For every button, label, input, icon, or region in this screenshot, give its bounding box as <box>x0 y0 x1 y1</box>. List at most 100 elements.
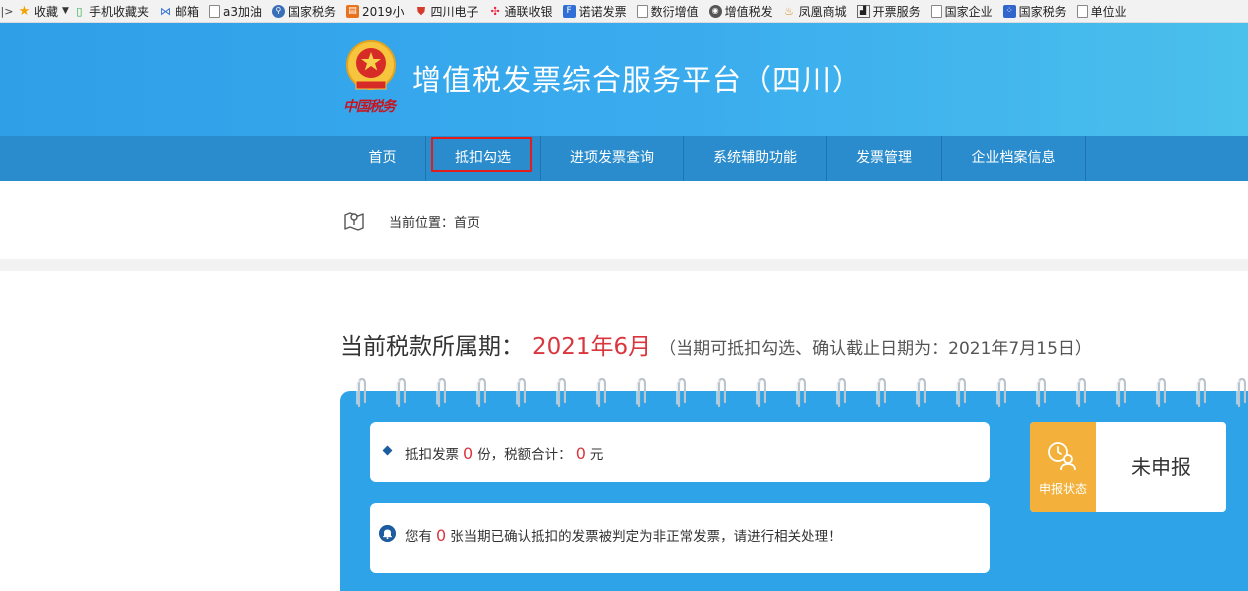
main-nav: 首页 抵扣勾选 进项发票查询 系统辅助功能 发票管理 企业档案信息 <box>0 136 1248 181</box>
bookmarks-expand-icon[interactable]: |> <box>0 5 14 18</box>
nav-list: 首页 抵扣勾选 进项发票查询 系统辅助功能 发票管理 企业档案信息 <box>340 136 1086 181</box>
breadcrumb-text: 当前位置：首页 <box>389 216 481 231</box>
binder-ring <box>676 378 686 408</box>
binder-ring <box>1156 378 1166 408</box>
mail-icon: ⋈ <box>159 4 171 18</box>
bookmark-label: a3加油 <box>222 4 262 19</box>
binder-ring <box>1076 378 1086 408</box>
declaration-status-card[interactable]: 申报状态 未申报 <box>1030 422 1226 512</box>
tax-period-label: 当前税款所属期： <box>340 334 524 360</box>
nav-item-company-profile[interactable]: 企业档案信息 <box>942 136 1086 181</box>
nav-item-deduction-select[interactable]: 抵扣勾选 <box>426 136 541 181</box>
bookmarks-bar: |> ★ 收藏 ▼ ▯ 手机收藏夹 ⋈ 邮箱 a3加油 ⚲ 国家税务 ▤ 2019小 ⛊ 四… <box>0 0 1248 23</box>
bookmark-item[interactable]: 数衍增值 <box>633 3 705 20</box>
phoenix-icon: ♨ <box>784 4 795 18</box>
bookmark-label: 国家税务 <box>287 4 336 19</box>
phone-icon: ▯ <box>76 4 83 18</box>
bookmark-item[interactable]: ◉ 增值税发 <box>705 3 779 20</box>
bookmark-item[interactable]: ▯ 手机收藏夹 <box>69 3 155 20</box>
document-icon <box>930 4 942 18</box>
nav-item-home[interactable]: 首页 <box>340 136 426 181</box>
bookmark-label: 开票服务 <box>872 4 921 19</box>
bookmark-label: 四川电子 <box>430 4 479 19</box>
bookmark-label: 通联收银 <box>504 4 553 19</box>
declaration-status-label: 申报状态 <box>1038 482 1087 496</box>
bookmark-item[interactable]: ⛊ 四川电子 <box>411 3 485 20</box>
binder-ring <box>796 378 806 408</box>
breadcrumb: 当前位置：首页 <box>0 181 1248 259</box>
chevron-down-icon[interactable]: ▼ <box>62 6 69 16</box>
binder-ring <box>636 378 646 408</box>
summary-amount-unit: 元 <box>589 447 604 463</box>
bookmark-item[interactable]: ♨ 凤凰商城 <box>779 3 853 20</box>
bookmark-label: 数衍增值 <box>650 4 699 19</box>
tax-amount-total: 0 <box>575 444 586 463</box>
bookmark-item[interactable]: ⁘ 国家税务 <box>999 3 1073 20</box>
search-globe-icon: ⚲ <box>271 4 285 18</box>
user-clock-icon <box>1048 442 1076 471</box>
binder-ring <box>996 378 1006 408</box>
abnormal-invoice-alert-line: 您有 0 张当期已确认抵扣的发票被判定为非正常发票，请进行相关处理！ <box>405 525 842 545</box>
bookmark-item[interactable]: 单位业 <box>1073 3 1133 20</box>
nav-item-input-invoice-query[interactable]: 进项发票查询 <box>541 136 684 181</box>
binder-ring <box>916 378 926 408</box>
image-icon: ▟ <box>856 4 870 18</box>
nav-item-invoice-management[interactable]: 发票管理 <box>827 136 942 181</box>
summary-prefix: 抵扣发票 <box>405 447 459 463</box>
document-icon <box>1076 4 1088 18</box>
site-header: 中国税务 增值税发票综合服务平台（四川） <box>0 23 1248 136</box>
bookmark-label: 国家税务 <box>1018 4 1067 19</box>
binder-ring <box>516 378 526 408</box>
bookmark-label: 增值税发 <box>724 4 773 19</box>
tax-period: 当前税款所属期： 2021年6月 （当期可抵扣勾选、确认截止日期为：2021年7… <box>340 327 1092 361</box>
bookmark-item[interactable]: a3加油 <box>205 3 268 20</box>
tax-seal-icon: ◉ <box>708 4 722 18</box>
binder-ring <box>876 378 886 408</box>
binder-ring <box>1236 378 1246 408</box>
abnormal-invoice-count: 0 <box>436 526 447 545</box>
document-icon <box>208 4 220 18</box>
binder-ring <box>836 378 846 408</box>
bookmark-label: 邮箱 <box>174 4 199 19</box>
binder-ring <box>396 378 406 408</box>
tax-period-value: 2021年6月 <box>532 334 652 360</box>
bookmark-label: 诺诺发票 <box>578 4 627 19</box>
binder-ring <box>476 378 486 408</box>
bookmark-label: 收藏 <box>34 4 59 19</box>
bookmark-item[interactable]: ▤ 2019小 <box>342 3 411 20</box>
tax-emblem-icon: ⛊ <box>416 4 426 18</box>
bookmark-item[interactable]: ⋈ 邮箱 <box>155 3 205 20</box>
bookmark-item[interactable]: 国家企业 <box>927 3 999 20</box>
national-emblem-icon[interactable] <box>342 37 400 95</box>
pinwheel-icon: ✣ <box>490 4 500 18</box>
binder-ring <box>556 378 566 408</box>
nuonuo-icon: F <box>562 4 576 18</box>
abnormal-invoice-alert-card: 您有 0 张当期已确认抵扣的发票被判定为非正常发票，请进行相关处理！ <box>370 503 990 573</box>
binder-ring <box>596 378 606 408</box>
bookmark-label: 国家企业 <box>944 4 993 19</box>
baidu-icon: ⁘ <box>1002 4 1016 18</box>
alert-prefix: 您有 <box>405 529 432 545</box>
nav-item-system-tools[interactable]: 系统辅助功能 <box>684 136 827 181</box>
declaration-status-value: 未申报 <box>1131 455 1191 479</box>
tax-period-deadline-note: （当期可抵扣勾选、确认截止日期为：2021年7月15日） <box>659 339 1092 359</box>
site-title: 增值税发票综合服务平台（四川） <box>412 63 863 97</box>
binder-ring <box>1036 378 1046 408</box>
bookmark-item[interactable]: ★ 收藏 <box>14 3 64 20</box>
bookmark-item[interactable]: ⚲ 国家税务 <box>268 3 342 20</box>
binder-ring <box>1116 378 1126 408</box>
binder-ring <box>956 378 966 408</box>
binder-ring <box>436 378 446 408</box>
diamond-bullet-icon <box>382 445 393 456</box>
bookmark-label: 凤凰商城 <box>798 4 847 19</box>
binder-ring <box>356 378 366 408</box>
map-location-icon <box>344 212 364 231</box>
document-icon <box>636 4 648 18</box>
binder-ring <box>1196 378 1206 408</box>
calendar-icon: ▤ <box>345 4 359 18</box>
bookmark-item[interactable]: ▟ 开票服务 <box>853 3 927 20</box>
bell-icon <box>379 525 396 542</box>
bookmark-item[interactable]: ✣ 通联收银 <box>485 3 559 20</box>
bookmark-label: 手机收藏夹 <box>88 4 149 19</box>
bookmark-item[interactable]: F 诺诺发票 <box>559 3 633 20</box>
